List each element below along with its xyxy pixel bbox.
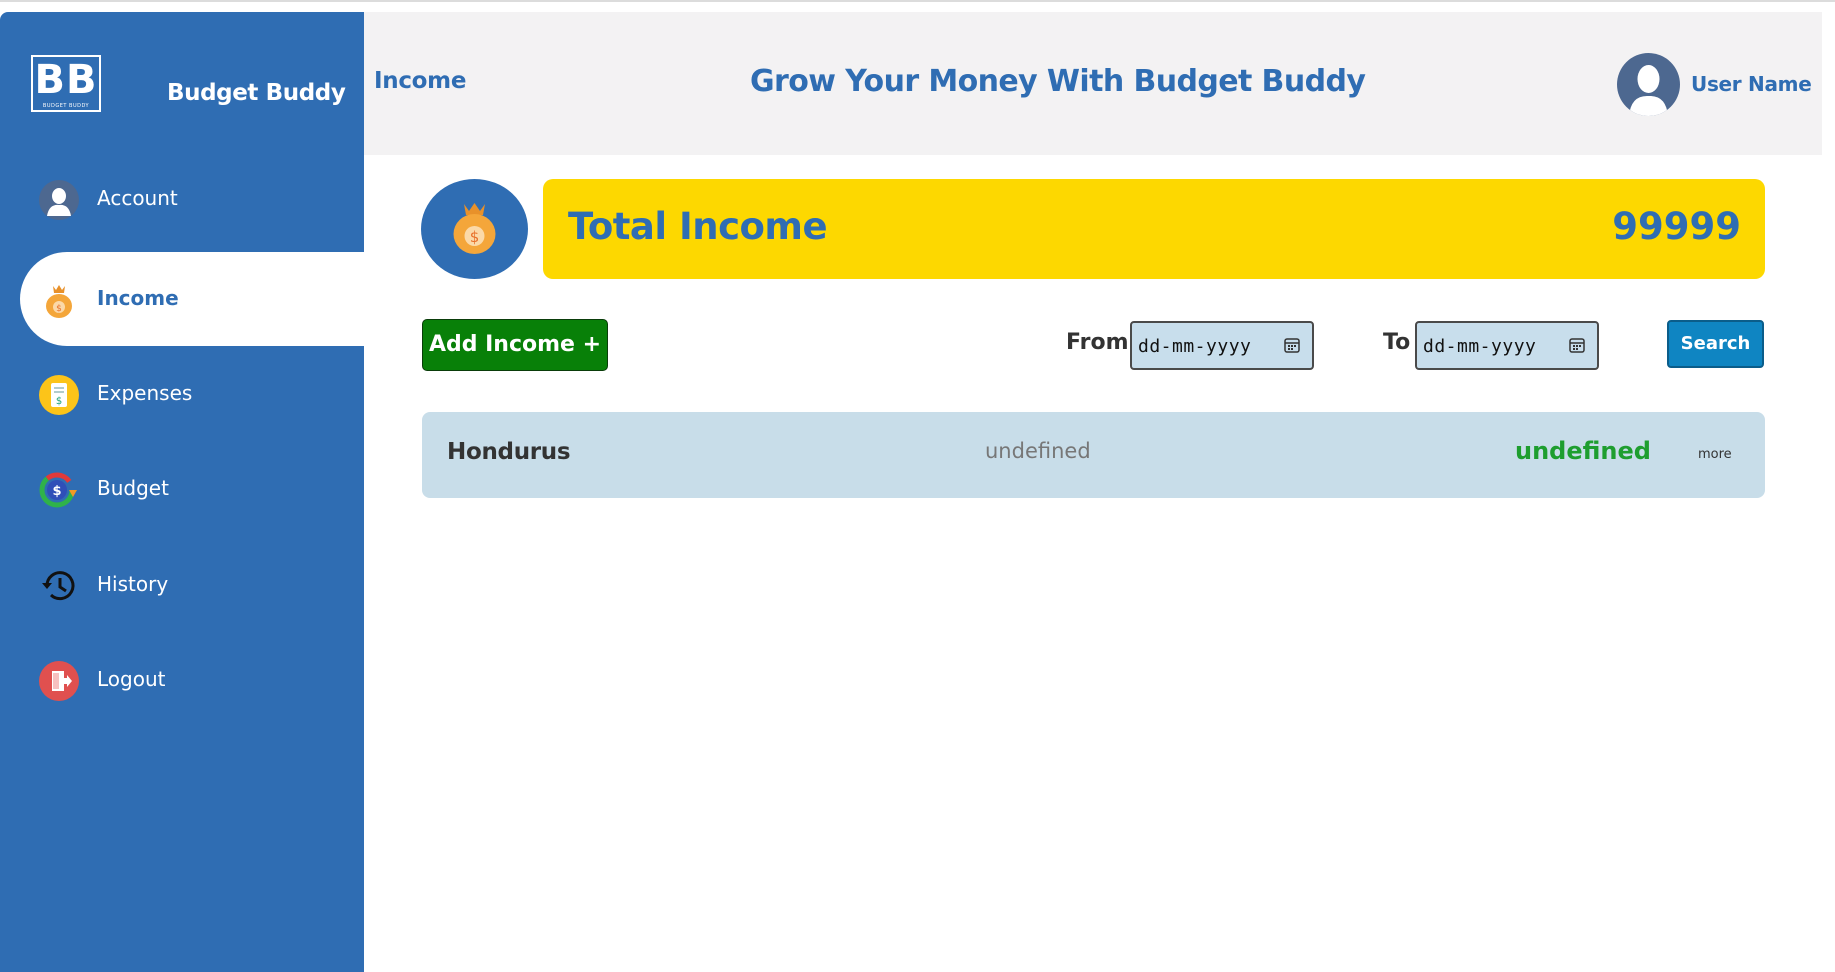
income-name: Hondurus (447, 439, 571, 465)
logout-door-icon (39, 661, 79, 701)
from-label: From (1066, 330, 1129, 355)
sidebar-item-label: Account (97, 186, 178, 210)
income-summary-icon: $ (421, 179, 528, 279)
svg-text:$: $ (56, 304, 62, 314)
money-bag-icon: $ (39, 280, 79, 320)
user-name[interactable]: User Name (1691, 72, 1812, 96)
brand-name: Budget Buddy (167, 80, 346, 106)
history-clock-icon (39, 566, 79, 606)
svg-text:$: $ (470, 228, 480, 246)
account-avatar-icon (39, 180, 79, 220)
sidebar-item-label: Expenses (97, 381, 193, 405)
user-avatar[interactable] (1617, 53, 1680, 116)
page-title: Income (374, 68, 467, 94)
money-bag-icon: $ (453, 203, 496, 254)
sidebar-item-expenses[interactable]: $ Expenses (20, 347, 364, 441)
from-date-placeholder: dd-mm-yyyy (1138, 336, 1252, 357)
svg-text:$: $ (52, 484, 61, 499)
sidebar-item-logout[interactable]: Logout (20, 633, 364, 727)
income-date: undefined (985, 439, 1091, 463)
from-date-input[interactable]: dd-mm-yyyy (1130, 321, 1314, 370)
sidebar-item-label: History (97, 572, 169, 596)
header-tagline: Grow Your Money With Budget Buddy (750, 64, 1366, 99)
sidebar-item-budget[interactable]: $ Budget (20, 442, 364, 536)
income-list-item: Hondurus undefined undefined more (422, 412, 1765, 498)
total-income-value: 99999 (1612, 205, 1741, 248)
search-button[interactable]: Search (1667, 320, 1764, 368)
sidebar: BB BUDGET BUDDY Budget Buddy Account $ I… (0, 12, 364, 972)
svg-text:$: $ (56, 396, 62, 407)
app-logo: BB BUDGET BUDDY (31, 55, 101, 112)
to-date-input[interactable]: dd-mm-yyyy (1415, 321, 1599, 370)
total-income-card: Total Income 99999 (543, 179, 1765, 279)
window-top-border (0, 0, 1835, 2)
income-amount: undefined (1515, 437, 1651, 465)
sidebar-item-history[interactable]: History (20, 538, 364, 632)
sidebar-item-income[interactable]: $ Income (20, 252, 364, 346)
budget-dollar-icon: $ (39, 470, 79, 510)
to-label: To (1383, 330, 1411, 355)
add-income-button[interactable]: Add Income + (422, 319, 608, 371)
user-avatar-icon (1629, 65, 1668, 116)
total-income-label: Total Income (568, 205, 828, 248)
logo-subtitle: BUDGET BUDDY (42, 103, 90, 109)
receipt-icon: $ (39, 375, 79, 415)
top-header: Income Grow Your Money With Budget Buddy… (364, 12, 1822, 155)
sidebar-item-account[interactable]: Account (20, 152, 364, 246)
calendar-icon[interactable] (1284, 337, 1300, 353)
logo-letters: BB (34, 57, 98, 103)
calendar-icon[interactable] (1569, 337, 1585, 353)
sidebar-item-label: Budget (97, 476, 169, 500)
to-date-placeholder: dd-mm-yyyy (1423, 336, 1537, 357)
more-link[interactable]: more (1698, 447, 1732, 462)
sidebar-item-label: Income (97, 286, 179, 310)
sidebar-item-label: Logout (97, 667, 166, 691)
